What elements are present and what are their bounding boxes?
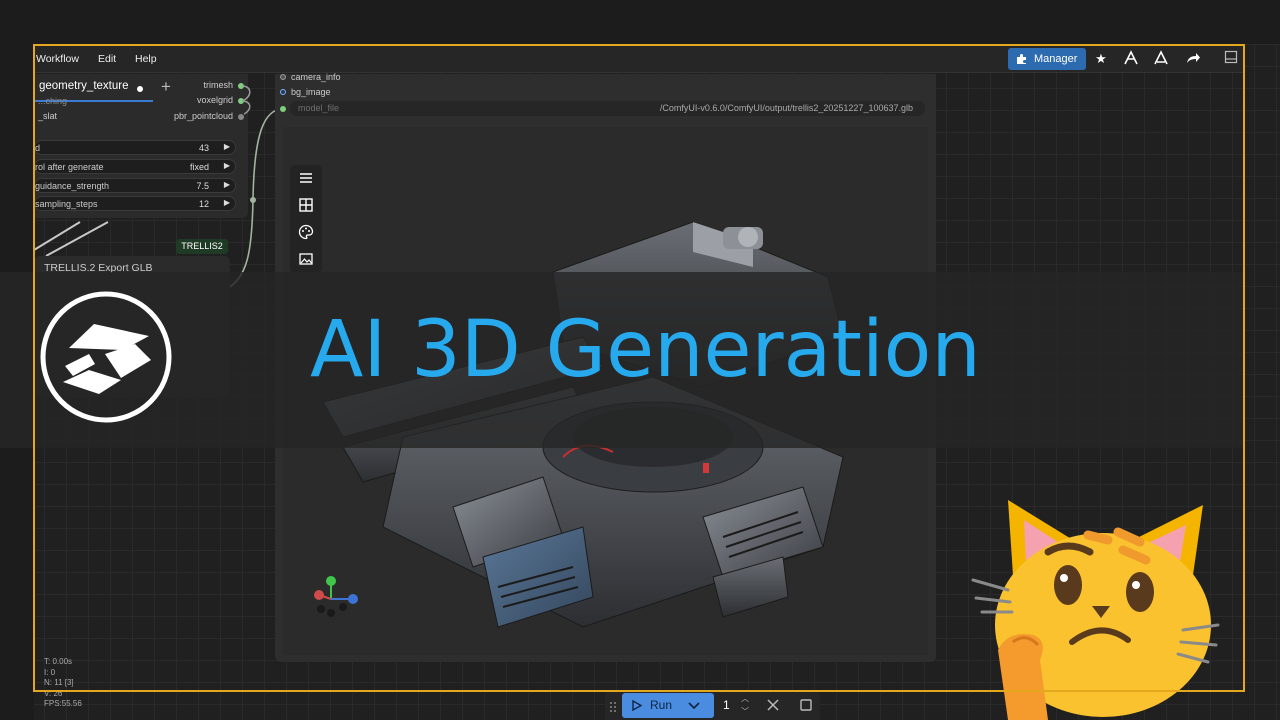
link-voxelgrid: [241, 100, 251, 115]
grid-layout-icon[interactable]: [297, 196, 315, 214]
cancel-x-icon[interactable]: [766, 698, 780, 712]
model-file-label: model_file: [298, 103, 340, 113]
trellis-badge: TRELLIS2: [176, 239, 228, 254]
render-stats: T: 0.00s I: 0 N: 11 [3] V: 26 FPS:55.56: [44, 657, 82, 710]
queue-increment-icon[interactable]: ︿: [741, 693, 749, 704]
image-icon[interactable]: [297, 250, 315, 268]
run-dropdown-chevron-icon[interactable]: [688, 702, 700, 710]
link-left-edges: [33, 221, 109, 257]
run-button[interactable]: Run: [622, 693, 714, 718]
play-icon: [632, 700, 642, 711]
run-label: Run: [650, 698, 673, 712]
queue-count[interactable]: 1: [723, 698, 730, 712]
menu-icon[interactable]: [297, 169, 315, 187]
thinking-cat-emoji: [968, 480, 1230, 720]
stat-time: T: 0.00s: [44, 657, 73, 666]
input-camera-info: camera_info: [291, 72, 341, 82]
model-file-field[interactable]: model_file /ComfyUI-v0.6.0/ComfyUI/outpu…: [290, 101, 925, 116]
stat-i: I: 0: [44, 667, 56, 677]
stat-fps: FPS:55.56: [44, 699, 82, 708]
stat-vertices: V: 26: [44, 688, 63, 698]
video-title: AI 3D Generation: [310, 305, 981, 395]
link-reroute-dot[interactable]: [250, 197, 256, 203]
input-camera-dot-icon[interactable]: [280, 74, 286, 80]
link-trimesh: [241, 85, 251, 101]
input-bg-image: bg_image: [291, 87, 331, 97]
channel-logo: [39, 290, 173, 424]
palette-icon[interactable]: [297, 223, 315, 241]
model-file-path: /ComfyUI-v0.6.0/ComfyUI/output/trellis2_…: [659, 103, 913, 113]
stop-square-icon[interactable]: [799, 698, 813, 712]
stat-nodes: N: 11 [3]: [44, 678, 74, 687]
drag-handle-icon[interactable]: [609, 700, 617, 712]
input-bg-image-dot-icon[interactable]: [280, 89, 286, 95]
queue-decrement-icon[interactable]: ﹀: [741, 706, 749, 717]
input-model-file-dot-icon[interactable]: [280, 106, 286, 112]
